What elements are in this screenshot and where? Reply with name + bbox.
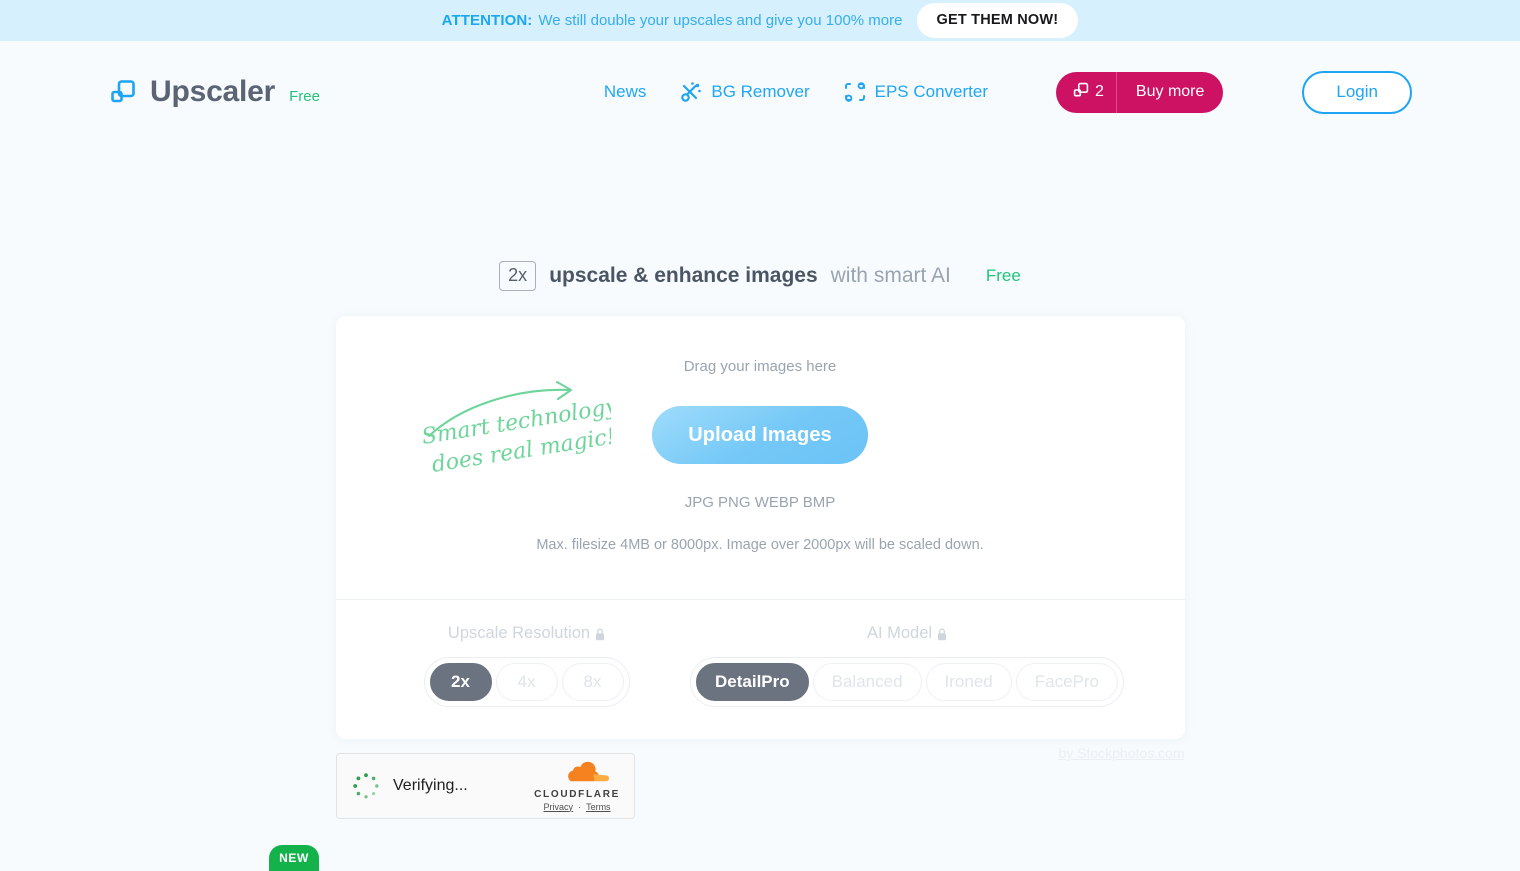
turnstile-separator: · bbox=[578, 801, 582, 812]
drag-hint-text: Drag your images here bbox=[683, 358, 837, 375]
new-feature-badge[interactable]: NEW bbox=[269, 845, 319, 871]
nav-label-eps-converter: EPS Converter bbox=[874, 82, 989, 101]
ai-model-label-wrap: AI Model bbox=[867, 624, 947, 643]
banner-attention-label: ATTENTION: bbox=[441, 12, 533, 29]
ai-model-label: AI Model bbox=[866, 624, 933, 642]
turnstile-status-text: Verifying... bbox=[393, 777, 468, 794]
credits-count-section[interactable]: 2 bbox=[1056, 71, 1117, 113]
svg-text:Smart technology: Smart technology bbox=[421, 394, 611, 450]
buy-more-button[interactable]: Buy more bbox=[1117, 72, 1223, 113]
supported-formats-text: JPG PNG WEBP BMP bbox=[684, 494, 836, 511]
nav-label-news: News bbox=[603, 82, 647, 101]
loading-spinner-icon bbox=[351, 771, 381, 801]
hero-scale-badge: 2x bbox=[499, 261, 537, 291]
nav-item-news[interactable]: News bbox=[604, 82, 647, 102]
svg-text:does real magic!: does real magic! bbox=[430, 424, 611, 478]
hero-light-text: with smart AI bbox=[830, 264, 951, 287]
upscale-resolution-group: Upscale Resolution 2x 4x 8x bbox=[382, 624, 672, 707]
smart-technology-doodle: Smart technology does real magic! bbox=[420, 378, 620, 478]
model-option-detailpro[interactable]: DetailPro bbox=[696, 663, 809, 701]
nav-item-bg-remover[interactable]: BG Remover bbox=[680, 81, 810, 103]
resolution-option-8x[interactable]: 8x bbox=[561, 663, 624, 701]
filesize-limits-text: Max. filesize 4MB or 8000px. Image over … bbox=[536, 537, 984, 553]
ai-model-group: AI Model DetailPro Balanced Ironed FaceP… bbox=[672, 624, 1143, 707]
settings-row: Upscale Resolution 2x 4x 8x AI Model Det… bbox=[335, 599, 1185, 739]
hero-strong-text: upscale & enhance images bbox=[549, 264, 818, 287]
model-option-ironed[interactable]: Ironed bbox=[925, 663, 1012, 701]
hero-free-label: Free bbox=[985, 266, 1021, 285]
cloudflare-turnstile-widget[interactable]: Verifying... CLOUDFLARE Privacy · Terms bbox=[336, 753, 635, 819]
promo-banner: ATTENTION: We still double your upscales… bbox=[0, 0, 1520, 41]
lock-icon bbox=[595, 627, 605, 641]
upload-card: Smart technology does real magic! Drag y… bbox=[335, 316, 1185, 739]
vector-nodes-icon bbox=[844, 81, 866, 103]
upscaler-squares-icon bbox=[110, 79, 136, 105]
turnstile-links: Privacy · Terms bbox=[534, 802, 620, 812]
ai-model-options: DetailPro Balanced Ironed FacePro bbox=[690, 657, 1124, 707]
nav-item-eps-converter[interactable]: EPS Converter bbox=[844, 81, 988, 103]
cloudflare-wordmark: CLOUDFLARE bbox=[534, 788, 620, 800]
credits-pill[interactable]: 2 Buy more bbox=[1056, 71, 1224, 113]
login-button[interactable]: Login bbox=[1302, 70, 1412, 114]
upload-images-button[interactable]: Upload Images bbox=[652, 406, 868, 464]
credits-squares-icon bbox=[1073, 82, 1089, 103]
resolution-option-4x[interactable]: 4x bbox=[495, 663, 558, 701]
get-them-now-button[interactable]: GET THEM NOW! bbox=[916, 3, 1079, 38]
nav-label-bg-remover: BG Remover bbox=[711, 82, 810, 101]
hero-heading: 2x upscale & enhance images with smart A… bbox=[0, 261, 1520, 291]
cloudflare-cloud-icon bbox=[534, 761, 620, 790]
upscale-resolution-options: 2x 4x 8x bbox=[423, 657, 630, 707]
turnstile-privacy-link[interactable]: Privacy bbox=[544, 802, 574, 812]
credits-count-value: 2 bbox=[1095, 83, 1104, 100]
upscale-resolution-label: Upscale Resolution bbox=[447, 624, 591, 642]
scissors-icon bbox=[680, 81, 702, 103]
cloudflare-branding: CLOUDFLARE Privacy · Terms bbox=[534, 761, 620, 812]
resolution-option-2x[interactable]: 2x bbox=[429, 663, 492, 701]
upscale-resolution-label-wrap: Upscale Resolution bbox=[448, 624, 605, 643]
model-option-facepro[interactable]: FacePro bbox=[1015, 663, 1118, 701]
dropzone[interactable]: Smart technology does real magic! Drag y… bbox=[336, 316, 1185, 599]
site-header: Upscaler Free News BG Remover EPS Conver… bbox=[0, 41, 1520, 143]
main-nav: News BG Remover EPS Converter 2 Buy more… bbox=[604, 70, 1412, 114]
turnstile-terms-link[interactable]: Terms bbox=[586, 802, 611, 812]
model-option-balanced[interactable]: Balanced bbox=[812, 663, 922, 701]
banner-message: We still double your upscales and give y… bbox=[538, 12, 903, 29]
brand-name: Upscaler bbox=[150, 75, 276, 108]
brand-plan-badge: Free bbox=[289, 88, 320, 105]
lock-icon bbox=[937, 627, 947, 641]
brand-logo[interactable]: Upscaler Free bbox=[110, 75, 320, 109]
